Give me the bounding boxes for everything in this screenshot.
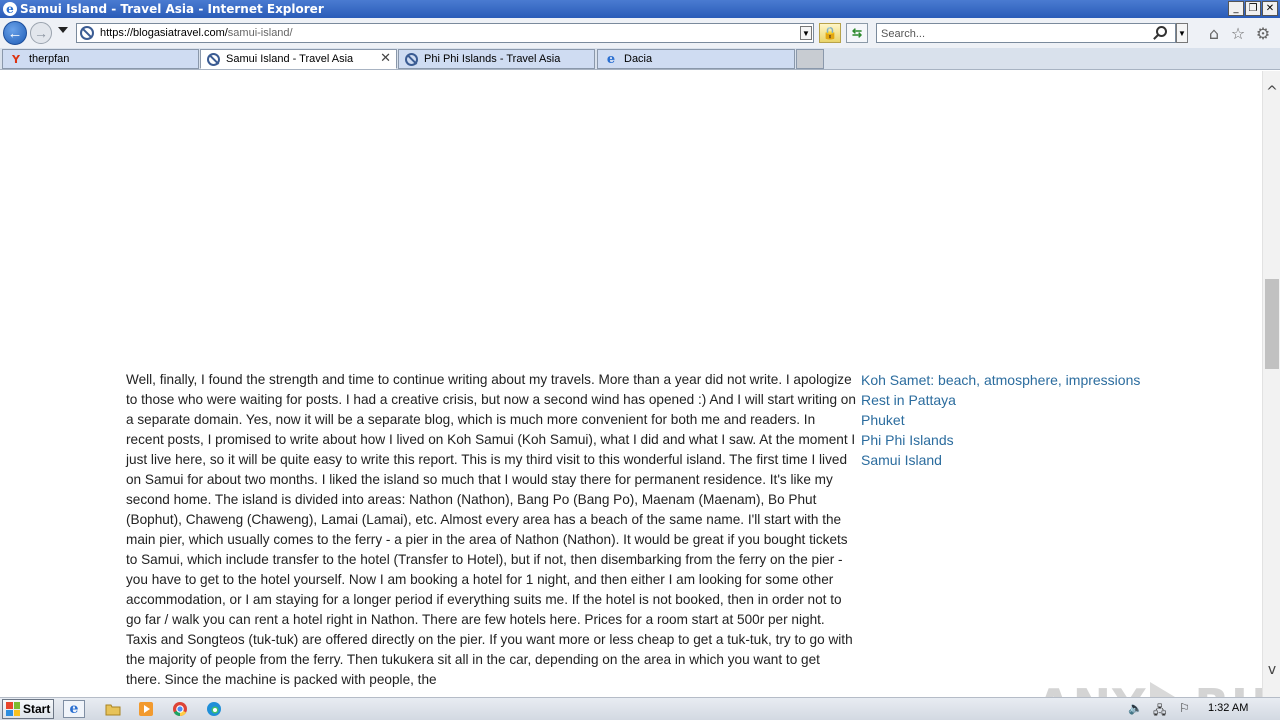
watermark-left: ANY <box>1036 679 1146 697</box>
back-button[interactable]: ← <box>3 21 27 45</box>
address-dropdown-button[interactable]: ▼ <box>800 26 812 40</box>
page-content: Well, finally, I found the strength and … <box>0 71 1262 697</box>
chrome-icon <box>173 702 187 717</box>
taskbar: Start e 🔈 🖧 ⚐ 1:32 AM <box>0 697 1280 720</box>
favorites-star-icon[interactable]: ☆ <box>1228 24 1248 43</box>
edge-icon <box>207 702 221 716</box>
search-dropdown-button[interactable]: ▼ <box>1176 23 1188 43</box>
window-controls: _ ❐ ✕ <box>1228 1 1278 16</box>
media-player-icon <box>139 702 153 716</box>
sidebar-link-phuket[interactable]: Phuket <box>861 410 1181 430</box>
folder-icon <box>105 704 121 716</box>
sidebar-link-pattaya[interactable]: Rest in Pattaya <box>861 390 1181 410</box>
tab-label: therpfan <box>29 53 70 65</box>
article-body: Well, finally, I found the strength and … <box>126 372 856 687</box>
close-button[interactable]: ✕ <box>1262 1 1278 16</box>
taskbar-chrome-icon[interactable] <box>169 700 191 718</box>
blocked-icon <box>405 52 418 66</box>
scroll-down-arrow-icon[interactable]: v <box>1263 661 1280 679</box>
speaker-icon[interactable]: 🔈 <box>1128 701 1143 715</box>
start-button[interactable]: Start <box>2 699 54 719</box>
tab-therpfan[interactable]: Y therpfan <box>2 49 199 69</box>
sidebar-link-phi-phi-islands[interactable]: Phi Phi Islands <box>861 430 1181 450</box>
sidebar-link-samui-island[interactable]: Samui Island <box>861 450 1181 470</box>
vertical-scrollbar[interactable]: ^ v <box>1262 71 1280 697</box>
tab-label: Phi Phi Islands - Travel Asia <box>424 53 561 65</box>
url-path: samui-island/ <box>227 27 293 39</box>
scroll-up-arrow-icon[interactable]: ^ <box>1263 83 1280 101</box>
settings-gear-icon[interactable]: ⚙ <box>1253 24 1273 43</box>
site-blocked-icon <box>80 26 94 40</box>
restore-button[interactable]: ❐ <box>1245 1 1261 16</box>
url-host: https://blogasiatravel.com/ <box>100 27 228 39</box>
close-tab-icon[interactable]: ✕ <box>380 51 391 66</box>
sidebar-link-koh-samet[interactable]: Koh Samet: beach, atmosphere, impression… <box>861 370 1181 390</box>
address-bar[interactable]: https://blogasiatravel.com/samui-island/… <box>76 23 814 43</box>
navigation-bar: ← → https://blogasiatravel.com/samui-isl… <box>0 18 1280 48</box>
window-title: Samui Island - Travel Asia - Internet Ex… <box>20 2 324 16</box>
address-url[interactable]: https://blogasiatravel.com/samui-island/ <box>100 27 293 39</box>
network-icon[interactable]: 🖧 <box>1153 701 1166 720</box>
windows-logo-icon <box>6 702 20 716</box>
recent-pages-dropdown-icon[interactable] <box>58 27 68 33</box>
start-label: Start <box>23 702 51 716</box>
taskbar-media-player-icon[interactable] <box>135 700 157 718</box>
recent-posts-sidebar: Koh Samet: beach, atmosphere, impression… <box>861 370 1181 470</box>
yandex-icon: Y <box>12 52 20 66</box>
search-box[interactable] <box>876 23 1176 43</box>
taskbar-internet-explorer-icon[interactable]: e <box>63 700 85 718</box>
search-icon[interactable] <box>1156 26 1167 37</box>
blocked-icon <box>207 52 220 66</box>
taskbar-file-explorer-icon[interactable] <box>102 700 124 718</box>
home-icon[interactable]: ⌂ <box>1204 24 1224 43</box>
search-input[interactable] <box>877 25 1147 43</box>
taskbar-edge-icon[interactable] <box>203 700 225 718</box>
watermark-right: RUN <box>1194 679 1262 697</box>
new-tab-button[interactable] <box>796 49 824 69</box>
minimize-button[interactable]: _ <box>1228 1 1244 16</box>
play-logo-icon <box>1150 682 1191 697</box>
tab-phi-phi-islands[interactable]: Phi Phi Islands - Travel Asia <box>398 49 595 69</box>
scroll-thumb[interactable] <box>1265 279 1279 369</box>
tab-dacia[interactable]: e Dacia <box>597 49 795 69</box>
tab-samui-island[interactable]: Samui Island - Travel Asia ✕ <box>200 49 397 69</box>
security-lock-icon[interactable]: 🔒 <box>819 23 841 43</box>
forward-button[interactable]: → <box>30 22 52 44</box>
window-title-bar[interactable]: e Samui Island - Travel Asia - Internet … <box>0 0 1280 18</box>
action-center-flag-icon[interactable]: ⚐ <box>1179 701 1190 715</box>
tab-bar: Y therpfan Samui Island - Travel Asia ✕ … <box>0 48 1280 70</box>
ie-icon: e <box>606 51 616 67</box>
tab-label: Dacia <box>624 53 653 65</box>
tab-label: Samui Island - Travel Asia <box>226 53 354 65</box>
internet-explorer-icon: e <box>3 2 17 16</box>
anyrun-watermark: ANY RUN <box>1036 679 1262 697</box>
compatibility-refresh-button[interactable]: ⇆ <box>846 23 868 43</box>
system-clock[interactable]: 1:32 AM <box>1208 702 1248 714</box>
